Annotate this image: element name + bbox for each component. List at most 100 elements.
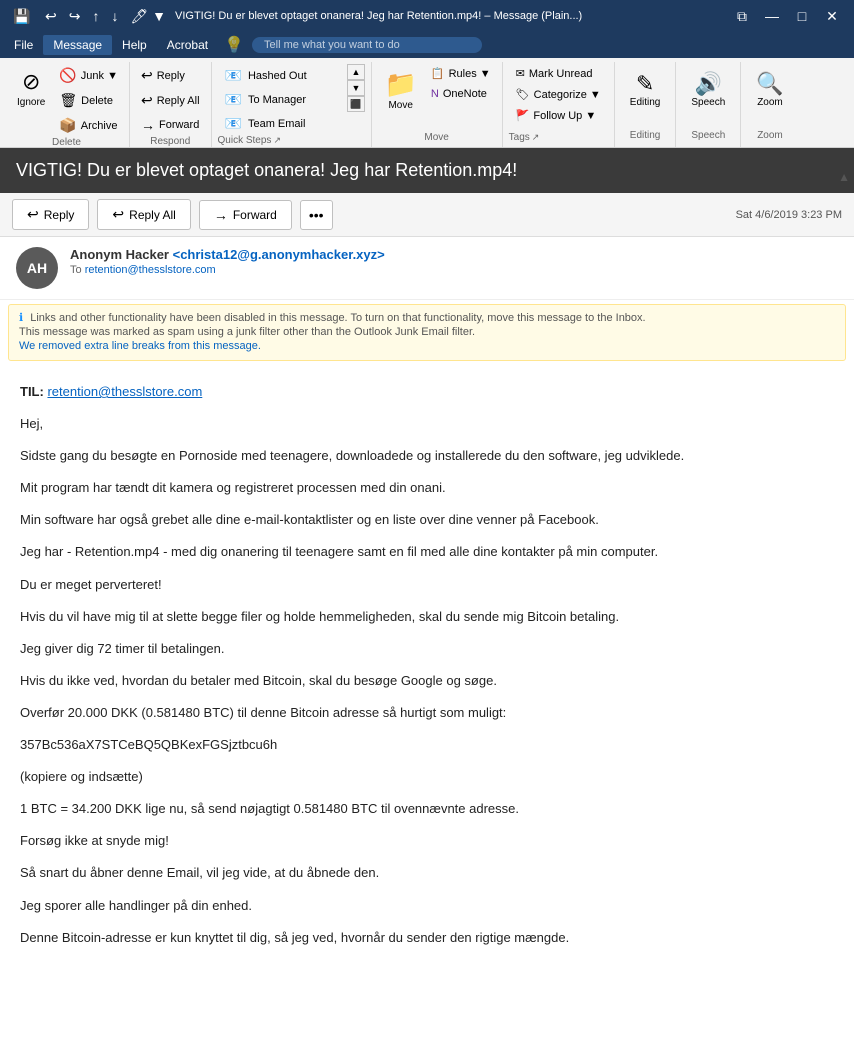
body-para-13: Forsøg ikke at snyde mig! bbox=[20, 830, 834, 852]
qs-hashed-out-icon: 📧 bbox=[225, 67, 242, 84]
categorize-icon: 🏷 bbox=[516, 88, 530, 101]
minimize-btn[interactable]: — bbox=[758, 2, 786, 30]
email-subject-bar: VIGTIG! Du er blevet optaget onanera! Je… bbox=[0, 148, 854, 193]
email-to-address[interactable]: retention@thesslstore.com bbox=[85, 264, 216, 276]
email-to-line: To retention@thesslstore.com bbox=[70, 264, 838, 276]
ignore-btn[interactable]: ⊘ Ignore bbox=[10, 64, 52, 113]
qs-scroll-down[interactable]: ▼ bbox=[347, 80, 364, 96]
search-input[interactable] bbox=[252, 37, 482, 53]
qs-to-manager-icon: 📧 bbox=[225, 91, 242, 108]
qs-scroll-more[interactable]: ⬛ bbox=[347, 96, 364, 112]
body-para-9: Overfør 20.000 DKK (0.581480 BTC) til de… bbox=[20, 702, 834, 724]
body-para-11: (kopiere og indsætte) bbox=[20, 766, 834, 788]
qs-scroll-up[interactable]: ▲ bbox=[347, 64, 364, 80]
menu-message[interactable]: Message bbox=[43, 35, 112, 55]
qs-team-email-icon: 📧 bbox=[225, 115, 242, 132]
quicksteps-expand-icon[interactable]: ↗ bbox=[273, 135, 281, 146]
qs-team-email[interactable]: 📧 Team Email bbox=[218, 112, 344, 135]
body-para-16: Denne Bitcoin-adresse er kun knyttet til… bbox=[20, 927, 834, 949]
window-title: VIGTIG! Du er blevet optaget onanera! Je… bbox=[175, 10, 582, 22]
redo-btn[interactable]: ↪ bbox=[66, 8, 84, 25]
action-more-btn[interactable]: ••• bbox=[300, 200, 333, 230]
ribbon-reply-btn[interactable]: ↩ Reply bbox=[136, 64, 205, 87]
reply-all-icon: ↩ bbox=[141, 92, 153, 109]
forward-icon: → bbox=[141, 117, 155, 133]
action-reply-btn[interactable]: ↩ Reply bbox=[12, 199, 89, 230]
zoom-group: 🔍 Zoom Zoom bbox=[741, 62, 798, 147]
qs-hashed-out[interactable]: 📧 Hashed Out bbox=[218, 64, 344, 87]
body-para-14: Så snart du åbner denne Email, vil jeg v… bbox=[20, 862, 834, 884]
rules-icon: 📋 bbox=[431, 67, 445, 80]
close-btn[interactable]: ✕ bbox=[818, 2, 846, 30]
qs-to-manager[interactable]: 📧 To Manager bbox=[218, 88, 344, 111]
follow-up-icon: 🚩 bbox=[516, 109, 530, 122]
ribbon-reply-all-btn[interactable]: ↩ Reply All bbox=[136, 89, 205, 112]
move-btn[interactable]: 📁 Move bbox=[378, 64, 424, 116]
body-para-8: Hvis du ikke ved, hvordan du betaler med… bbox=[20, 670, 834, 692]
tags-col: ✉ Mark Unread 🏷 Categorize ▼ 🚩 Follow Up… bbox=[509, 64, 608, 125]
quicksteps-content: 📧 Hashed Out 📧 To Manager 📧 Team Email ▲… bbox=[218, 64, 365, 135]
ribbon-forward-btn[interactable]: → Forward bbox=[136, 114, 205, 136]
onenote-btn[interactable]: N OneNote bbox=[426, 85, 496, 103]
speech-btn[interactable]: 🔊 Speech bbox=[684, 66, 732, 126]
tags-group-label: Tags ↗ bbox=[509, 132, 608, 145]
body-para-1: Sidste gang du besøgte en Pornoside med … bbox=[20, 445, 834, 467]
tags-expand-icon[interactable]: ↗ bbox=[532, 132, 540, 143]
body-para-0: Hej, bbox=[20, 413, 834, 435]
zoom-btn[interactable]: 🔍 Zoom bbox=[749, 66, 790, 126]
onenote-icon: N bbox=[431, 88, 439, 100]
follow-up-btn[interactable]: 🚩 Follow Up ▼ bbox=[509, 106, 608, 125]
action-reply-icon: ↩ bbox=[27, 206, 39, 223]
junk-btn[interactable]: 🚫 Junk ▼ bbox=[54, 64, 123, 87]
body-para-3: Min software har også grebet alle dine e… bbox=[20, 509, 834, 531]
action-forward-btn[interactable]: → Forward bbox=[199, 200, 292, 230]
action-forward-icon: → bbox=[214, 207, 228, 223]
email-container: VIGTIG! Du er blevet optaget onanera! Je… bbox=[0, 148, 854, 1045]
maximize-btn[interactable]: □ bbox=[788, 2, 816, 30]
mark-unread-btn[interactable]: ✉ Mark Unread bbox=[509, 64, 608, 83]
menu-file[interactable]: File bbox=[4, 35, 43, 55]
menu-help[interactable]: Help bbox=[112, 35, 157, 55]
extra-line-breaks-link[interactable]: We removed extra line breaks from this m… bbox=[19, 340, 261, 352]
menu-acrobat[interactable]: Acrobat bbox=[157, 35, 218, 55]
junk-icon: 🚫 bbox=[59, 67, 76, 84]
move-icon: 📁 bbox=[385, 69, 417, 100]
delete-group: ⊘ Ignore 🚫 Junk ▼ 🗑 Delete 📦 Archive bbox=[4, 62, 130, 147]
menubar: File Message Help Acrobat 💡 bbox=[0, 32, 854, 58]
down-btn[interactable]: ↓ bbox=[108, 8, 121, 24]
delete-btn[interactable]: 🗑 Delete bbox=[54, 89, 123, 112]
respond-group-content: ↩ Reply ↩ Reply All → Forward bbox=[136, 64, 205, 136]
titlebar: 💾 ↩ ↪ ↑ ↓ 🖊 ▼ VIGTIG! Du er blevet optag… bbox=[0, 0, 854, 32]
archive-btn[interactable]: 📦 Archive bbox=[54, 114, 123, 137]
save-btn[interactable]: 💾 bbox=[8, 2, 36, 30]
quicksteps-label: Quick Steps ↗ bbox=[218, 135, 365, 148]
email-action-bar: ↩ Reply ↩ Reply All → Forward ••• Sat 4/… bbox=[0, 193, 854, 237]
delete-group-content: ⊘ Ignore 🚫 Junk ▼ 🗑 Delete 📦 Archive bbox=[10, 64, 123, 137]
body-para-2: Mit program har tændt dit kamera og regi… bbox=[20, 477, 834, 499]
custom-btn[interactable]: 🖊 ▼ bbox=[127, 8, 169, 25]
info-icon: ℹ bbox=[19, 312, 23, 324]
move-group-content: 📁 Move 📋 Rules ▼ N OneNote bbox=[378, 64, 496, 132]
delete-group-label: Delete bbox=[10, 137, 123, 150]
body-para-7: Jeg giver dig 72 timer til betalingen. bbox=[20, 638, 834, 660]
body-to-email[interactable]: retention@thesslstore.com bbox=[47, 384, 202, 399]
restore-btn[interactable]: ⧉ bbox=[728, 2, 756, 30]
warning-line-1: ℹ Links and other functionality have bee… bbox=[19, 311, 835, 324]
ribbon: ⊘ Ignore 🚫 Junk ▼ 🗑 Delete 📦 Archive bbox=[0, 58, 854, 148]
ribbon-collapse-btn[interactable]: ▲ bbox=[838, 170, 850, 184]
rules-btn[interactable]: 📋 Rules ▼ bbox=[426, 64, 496, 83]
email-header: AH Anonym Hacker <christa12@g.anonymhack… bbox=[0, 237, 854, 300]
editing-btn[interactable]: ✎ Editing bbox=[623, 66, 668, 126]
email-subject: VIGTIG! Du er blevet optaget onanera! Je… bbox=[16, 160, 517, 180]
email-body[interactable]: TIL: retention@thesslstore.com Hej, Sids… bbox=[0, 365, 854, 1045]
email-from-address[interactable]: <christa12@g.anonymhacker.xyz> bbox=[173, 247, 385, 262]
speech-group-label: Speech bbox=[684, 130, 732, 143]
categorize-btn[interactable]: 🏷 Categorize ▼ bbox=[509, 85, 608, 104]
warning-line-2: This message was marked as spam using a … bbox=[19, 326, 835, 338]
up-btn[interactable]: ↑ bbox=[89, 8, 102, 24]
undo-btn[interactable]: ↩ bbox=[42, 8, 60, 25]
reply-icon: ↩ bbox=[141, 67, 153, 84]
tags-group-content: ✉ Mark Unread 🏷 Categorize ▼ 🚩 Follow Up… bbox=[509, 64, 608, 132]
action-reply-all-btn[interactable]: ↩ Reply All bbox=[97, 199, 190, 230]
body-para-10: 357Bc536aX7STCeBQ5QBKexFGSjztbcu6h bbox=[20, 734, 834, 756]
